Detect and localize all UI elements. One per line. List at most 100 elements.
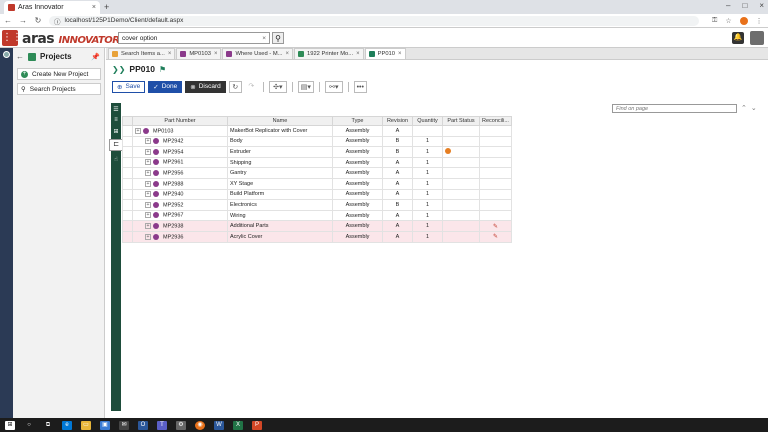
expand-icon[interactable]: + [145,233,151,240]
settings-icon[interactable]: ⚙ [176,420,186,430]
edge-icon[interactable]: e [62,420,72,430]
part-number-cell[interactable]: + MP2942 [132,135,228,148]
part-status-cell[interactable] [442,146,480,158]
table-row[interactable]: + MP2961 Shipping Assembly A 1 [122,156,512,169]
part-number-cell[interactable]: + MP2940 [132,188,228,201]
part-number-cell[interactable]: + MP2954 [132,146,228,158]
name-cell[interactable]: Body [227,135,333,148]
row-selector-cell[interactable] [122,146,133,158]
profile-icon[interactable] [739,16,748,25]
row-selector-cell[interactable] [122,209,133,222]
back-arrow-icon[interactable]: ← [16,52,24,61]
close-icon[interactable]: × [398,51,402,57]
type-cell[interactable]: Assembly [332,230,383,243]
part-status-cell[interactable] [442,135,480,148]
share-dropdown-icon[interactable]: ⚯▾ [324,80,343,93]
app-grid-icon[interactable]: ⋮⋮ [2,30,22,46]
word-icon[interactable]: W [214,420,224,430]
col-header-part-number[interactable]: Part Number [132,116,228,126]
expand-icon[interactable]: + [145,180,151,187]
name-cell[interactable]: Electronics [227,199,333,211]
tree-view-icon[interactable]: ⊞ [112,128,120,135]
revision-cell[interactable]: A [382,177,413,190]
table-row[interactable]: + MP2956 Gantry Assembly A 1 [122,167,512,179]
col-header-reconciliation[interactable]: Reconcili... [479,116,512,126]
search-taskbar-icon[interactable]: ○ [24,421,34,430]
col-header-type[interactable]: Type [332,116,383,126]
browser-tab[interactable]: Aras Innovator × [4,1,100,14]
doc-tab[interactable]: Search Items a... × [108,48,176,59]
doc-tab[interactable]: MP0103 × [176,48,222,59]
search-input[interactable]: cover option × [118,32,270,44]
store-icon[interactable]: ▣ [100,420,110,430]
done-button[interactable]: ✓ Done [148,80,183,93]
type-cell[interactable]: Assembly [332,220,383,232]
windows-start-icon[interactable]: ⊞ [5,420,15,430]
part-status-cell[interactable] [442,156,480,169]
flag-icon[interactable]: ⚑ [159,65,166,74]
redo-icon[interactable]: ↷ [244,80,258,93]
quantity-cell[interactable]: 1 [412,156,443,169]
quantity-cell[interactable]: 1 [412,209,443,222]
row-selector-cell[interactable] [122,177,133,190]
table-row[interactable]: + MP2952 Electronics Assembly B 1 [122,199,512,211]
notification-icon[interactable]: 🔔 [732,32,744,44]
find-prev-icon[interactable]: ⌃ [741,104,747,112]
name-cell[interactable]: Shipping [227,156,333,169]
reconciliation-cell[interactable] [479,188,512,201]
quantity-cell[interactable]: 1 [412,167,443,179]
expand-icon[interactable]: + [145,138,151,145]
chrome-icon[interactable]: ◉ [195,420,205,430]
row-selector-cell[interactable] [122,125,133,137]
maximize-window-button[interactable]: □ [742,1,747,10]
document-dropdown-icon[interactable]: ▤▾ [297,80,314,93]
row-selector-cell[interactable] [122,230,133,243]
reconciliation-cell[interactable] [479,167,512,179]
structure-dropdown-icon[interactable]: ✣▾ [268,80,287,93]
reconciliation-cell[interactable]: ✎ [479,220,512,232]
row-selector-cell[interactable] [122,167,133,179]
doc-tab-active[interactable]: PP010 × [364,48,406,59]
quantity-cell[interactable]: 1 [412,146,443,158]
row-selector-cell[interactable] [122,135,133,148]
table-row[interactable]: + MP2940 Build Platform Assembly A 1 [122,188,512,201]
expand-icon[interactable]: + [145,191,151,198]
quantity-cell[interactable]: 1 [412,199,443,211]
reconciliation-cell[interactable] [479,209,512,222]
avatar[interactable] [750,31,764,45]
pin-icon[interactable]: 📌 [91,53,100,61]
more-icon[interactable]: ••• [353,80,367,93]
table-row[interactable]: + MP2938 Additional Parts Assembly A 1 ✎ [122,220,512,232]
mail-icon[interactable]: ✉ [119,420,129,430]
close-window-button[interactable]: × [759,1,764,10]
name-cell[interactable]: MakerBot Replicator with Cover [227,125,333,137]
type-cell[interactable]: Assembly [332,167,383,179]
reconcile-icon[interactable]: ✎ [493,224,498,230]
quantity-cell[interactable]: 1 [412,177,443,190]
col-header-part-status[interactable]: Part Status [442,116,480,126]
table-row[interactable]: + MP2954 Extruder Assembly B 1 [122,146,512,158]
revision-cell[interactable]: B [382,199,413,211]
name-cell[interactable]: Extruder [227,146,333,158]
sidebar-item-create-project[interactable]: + Create New Project [17,68,101,80]
name-cell[interactable]: XY Stage [227,177,333,190]
expand-icon[interactable]: + [145,201,151,208]
close-tab-icon[interactable]: × [92,4,96,11]
close-icon[interactable]: × [356,51,360,57]
part-status-cell[interactable] [442,188,480,201]
list-view-icon[interactable]: ☰ [112,106,120,113]
part-number-cell[interactable]: + MP2952 [132,199,228,211]
revision-cell[interactable]: A [382,156,413,169]
part-number-cell[interactable]: + MP2967 [132,209,228,222]
quantity-cell[interactable]: 1 [412,220,443,232]
reconciliation-cell[interactable] [479,156,512,169]
revision-cell[interactable]: A [382,209,413,222]
part-number-cell[interactable]: + MP0103 [132,125,228,137]
sidebar-item-search-projects[interactable]: ⚲ Search Projects [17,83,101,95]
minimize-window-button[interactable]: – [726,1,730,10]
task-view-icon[interactable]: ⧉ [43,421,53,430]
revision-cell[interactable]: A [382,188,413,201]
part-status-cell[interactable] [442,167,480,179]
table-row[interactable]: + MP2936 Acrylic Cover Assembly A 1 ✎ [122,230,512,243]
powerpoint-icon[interactable]: P [252,420,262,430]
